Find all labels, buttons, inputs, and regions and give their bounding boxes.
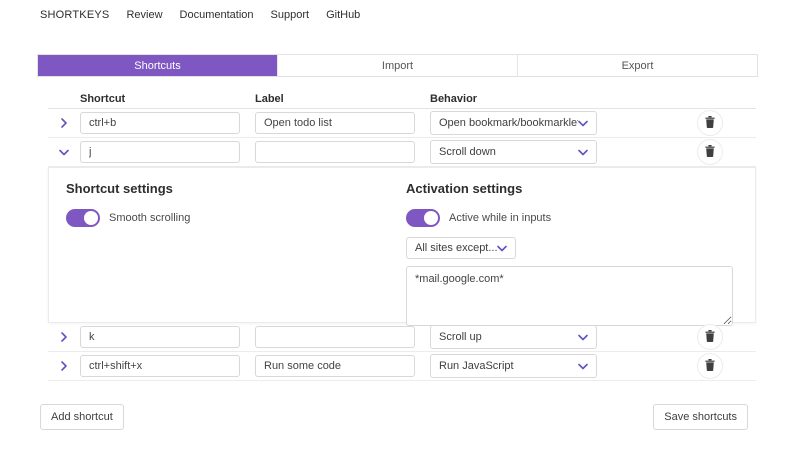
label-input[interactable] bbox=[255, 326, 415, 348]
chevron-down-icon bbox=[578, 120, 588, 127]
toggle-knob bbox=[424, 211, 438, 225]
activation-settings-title: Activation settings bbox=[406, 181, 523, 196]
nav-link-github[interactable]: GitHub bbox=[326, 9, 360, 21]
trash-icon bbox=[705, 358, 715, 374]
sites-list-textarea[interactable]: *mail.google.com* bbox=[406, 266, 733, 326]
active-in-inputs-toggle[interactable] bbox=[406, 209, 440, 227]
header-shortcut: Shortcut bbox=[80, 93, 126, 105]
trash-icon bbox=[705, 115, 715, 131]
row-expander[interactable] bbox=[48, 142, 80, 162]
brand-title: SHORTKEYS bbox=[40, 9, 110, 21]
trash-icon bbox=[705, 144, 715, 160]
label-input[interactable] bbox=[255, 112, 415, 134]
behavior-select[interactable]: Open bookmark/bookmarklet in cu bbox=[430, 111, 597, 135]
chevron-right-icon bbox=[60, 332, 68, 342]
header-label: Label bbox=[255, 93, 284, 105]
behavior-select[interactable]: Scroll up bbox=[430, 325, 597, 349]
chevron-down-icon bbox=[59, 149, 69, 156]
chevron-down-icon bbox=[578, 149, 588, 156]
behavior-select[interactable]: Run JavaScript bbox=[430, 354, 597, 378]
behavior-select-value: Scroll down bbox=[439, 146, 496, 158]
behavior-select-value: Open bookmark/bookmarklet in cu bbox=[439, 117, 578, 129]
shortcut-input[interactable] bbox=[80, 355, 240, 377]
chevron-right-icon bbox=[60, 361, 68, 371]
tab-bar: Shortcuts Import Export bbox=[37, 54, 758, 77]
shortcut-settings-title: Shortcut settings bbox=[66, 181, 173, 196]
table-header: Shortcut Label Behavior bbox=[48, 90, 756, 109]
nav-link-documentation[interactable]: Documentation bbox=[180, 9, 254, 21]
row-expander[interactable] bbox=[48, 327, 80, 347]
nav-link-support[interactable]: Support bbox=[271, 9, 310, 21]
shortcut-input[interactable] bbox=[80, 112, 240, 134]
chevron-down-icon bbox=[578, 334, 588, 341]
nav-link-review[interactable]: Review bbox=[126, 9, 162, 21]
row-expander[interactable] bbox=[48, 356, 80, 376]
behavior-select[interactable]: Scroll down bbox=[430, 140, 597, 164]
smooth-scrolling-label: Smooth scrolling bbox=[109, 212, 191, 224]
sites-mode-select[interactable]: All sites except... bbox=[406, 237, 516, 259]
label-input[interactable] bbox=[255, 141, 415, 163]
delete-shortcut-button[interactable] bbox=[697, 324, 723, 350]
delete-shortcut-button[interactable] bbox=[697, 110, 723, 136]
tab-export[interactable]: Export bbox=[517, 55, 757, 76]
shortcut-input[interactable] bbox=[80, 141, 240, 163]
shortcuts-table: Shortcut Label Behavior Open bookmark/bo… bbox=[48, 90, 756, 381]
label-input[interactable] bbox=[255, 355, 415, 377]
header-behavior: Behavior bbox=[430, 93, 478, 105]
active-in-inputs-label: Active while in inputs bbox=[449, 212, 552, 224]
sites-mode-value: All sites except... bbox=[415, 242, 497, 254]
shortcut-input[interactable] bbox=[80, 326, 240, 348]
toggle-knob bbox=[84, 211, 98, 225]
behavior-select-value: Scroll up bbox=[439, 331, 482, 343]
add-shortcut-button[interactable]: Add shortcut bbox=[40, 404, 124, 430]
row-expander[interactable] bbox=[48, 113, 80, 133]
shortcut-settings-panel: Shortcut settings Smooth scrolling Activ… bbox=[48, 167, 756, 326]
delete-shortcut-button[interactable] bbox=[697, 139, 723, 165]
table-row: Open bookmark/bookmarklet in cu bbox=[48, 109, 756, 138]
trash-icon bbox=[705, 329, 715, 345]
chevron-right-icon bbox=[60, 118, 68, 128]
chevron-down-icon bbox=[578, 363, 588, 370]
delete-shortcut-button[interactable] bbox=[697, 353, 723, 379]
smooth-scrolling-toggle[interactable] bbox=[66, 209, 100, 227]
tab-shortcuts[interactable]: Shortcuts bbox=[38, 55, 277, 76]
save-shortcuts-button[interactable]: Save shortcuts bbox=[653, 404, 748, 430]
table-row: Run JavaScript bbox=[48, 352, 756, 381]
tab-import[interactable]: Import bbox=[277, 55, 517, 76]
table-row: Scroll down bbox=[48, 138, 756, 167]
top-nav: SHORTKEYS Review Documentation Support G… bbox=[0, 0, 800, 21]
footer-actions: Add shortcut Save shortcuts bbox=[0, 404, 800, 430]
chevron-down-icon bbox=[497, 245, 507, 252]
behavior-select-value: Run JavaScript bbox=[439, 360, 514, 372]
